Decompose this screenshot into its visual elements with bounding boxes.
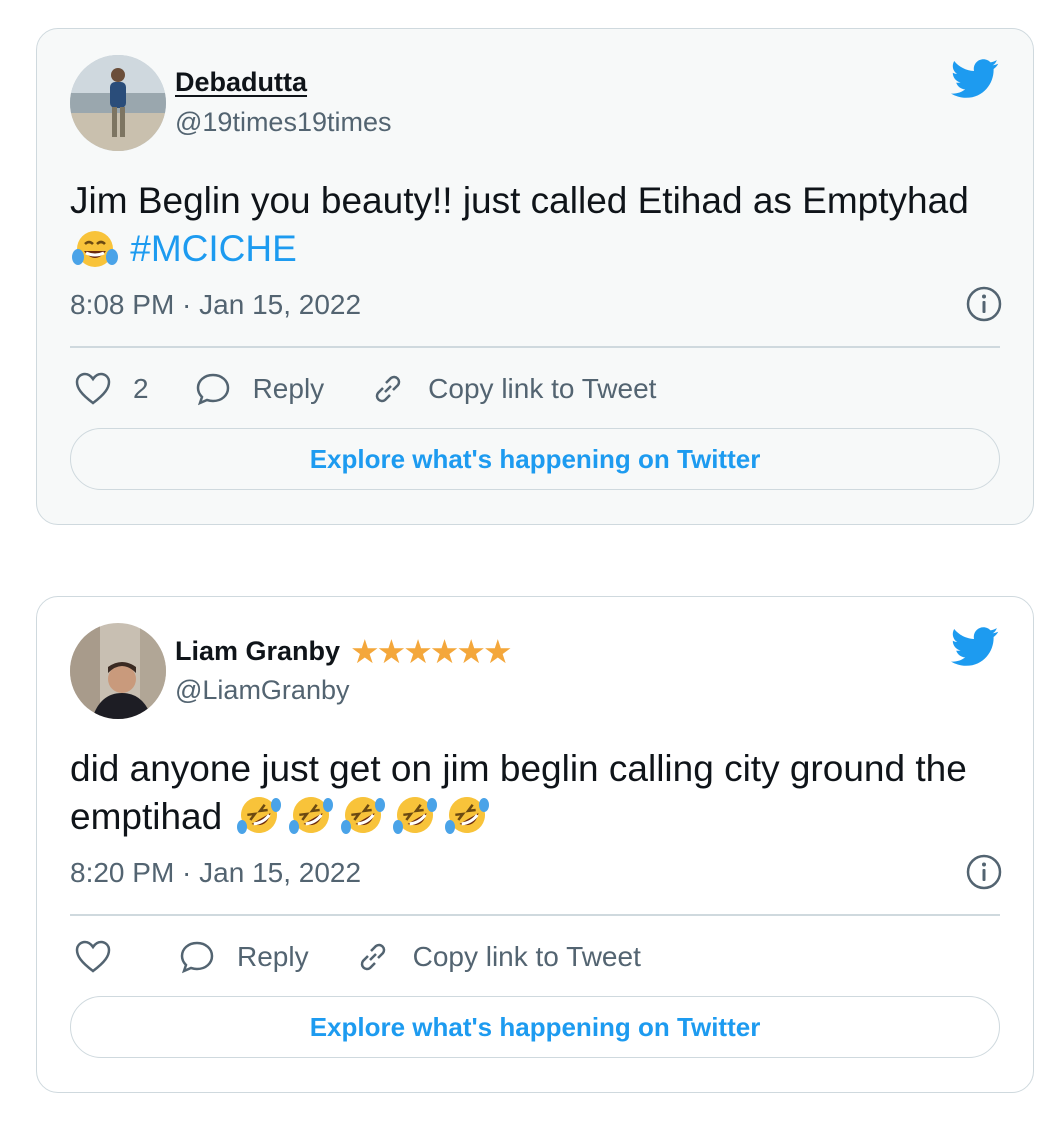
reply-label: Reply <box>237 941 309 972</box>
author-name[interactable]: Liam Granby <box>175 636 340 667</box>
info-icon[interactable] <box>965 853 1003 891</box>
tweet-actions: Reply Copy link to Tweet <box>75 939 687 975</box>
tweet-text-body: Jim Beglin you beauty!! just called Etih… <box>70 180 969 221</box>
star-badges: ★★★★★★ <box>350 633 513 670</box>
reply-label: Reply <box>252 373 325 404</box>
copy-link-label: Copy link to Tweet <box>428 373 657 404</box>
tweet-text: did anyone just get on jim beglin callin… <box>70 745 990 849</box>
like-button[interactable]: 2 <box>75 372 149 406</box>
tweet-text-body: did anyone just get on jim beglin callin… <box>70 748 967 837</box>
rolling-on-floor-laughing-icon <box>235 793 283 849</box>
rolling-on-floor-laughing-icon <box>287 793 335 849</box>
tweet-card[interactable]: Liam Granby ★★★★★★ @LiamGranby did anyon… <box>36 596 1034 1093</box>
copy-link-label: Copy link to Tweet <box>412 941 641 972</box>
link-icon <box>375 375 401 403</box>
rolling-on-floor-laughing-icon <box>391 793 439 849</box>
rolling-on-floor-laughing-icon <box>443 793 491 849</box>
tweet-actions: 2 Reply Copy link to Tweet <box>75 371 702 407</box>
author-handle[interactable]: @LiamGranby <box>175 675 349 706</box>
hashtag-link[interactable]: #MCICHE <box>130 228 297 269</box>
twitter-bird-icon[interactable] <box>951 627 999 667</box>
divider <box>70 346 1000 348</box>
tweet-timestamp[interactable]: 8:08 PM · Jan 15, 2022 <box>70 289 361 321</box>
author-row: Debadutta <box>175 67 307 98</box>
reply-button[interactable]: Reply <box>195 372 325 406</box>
explore-button[interactable]: Explore what's happening on Twitter <box>70 428 1000 490</box>
like-button[interactable] <box>75 940 133 974</box>
author-row: Liam Granby ★★★★★★ <box>175 633 513 670</box>
rolling-on-floor-laughing-icon <box>339 793 387 849</box>
copy-link-button[interactable]: Copy link to Tweet <box>370 371 656 407</box>
heart-icon <box>75 372 111 405</box>
reply-icon <box>180 941 214 974</box>
info-icon[interactable] <box>965 285 1003 323</box>
emoji-group <box>233 796 493 837</box>
reply-button[interactable]: Reply <box>179 940 309 974</box>
author-handle[interactable]: @19times19times <box>175 107 392 138</box>
explore-button[interactable]: Explore what's happening on Twitter <box>70 996 1000 1058</box>
tweet-card[interactable]: Debadutta @19times19times Jim Beglin you… <box>36 28 1034 525</box>
heart-icon <box>75 940 111 973</box>
tweet-text: Jim Beglin you beauty!! just called Etih… <box>70 177 990 281</box>
like-count: 2 <box>133 373 149 404</box>
copy-link-button[interactable]: Copy link to Tweet <box>355 939 641 975</box>
reply-icon <box>196 373 229 406</box>
face-with-tears-of-joy-icon <box>72 227 118 281</box>
divider <box>70 914 1000 916</box>
link-icon <box>360 943 385 971</box>
avatar[interactable] <box>70 55 166 151</box>
twitter-bird-icon[interactable] <box>951 59 999 99</box>
author-name[interactable]: Debadutta <box>175 67 307 98</box>
tweet-timestamp[interactable]: 8:20 PM · Jan 15, 2022 <box>70 857 361 889</box>
avatar[interactable] <box>70 623 166 719</box>
